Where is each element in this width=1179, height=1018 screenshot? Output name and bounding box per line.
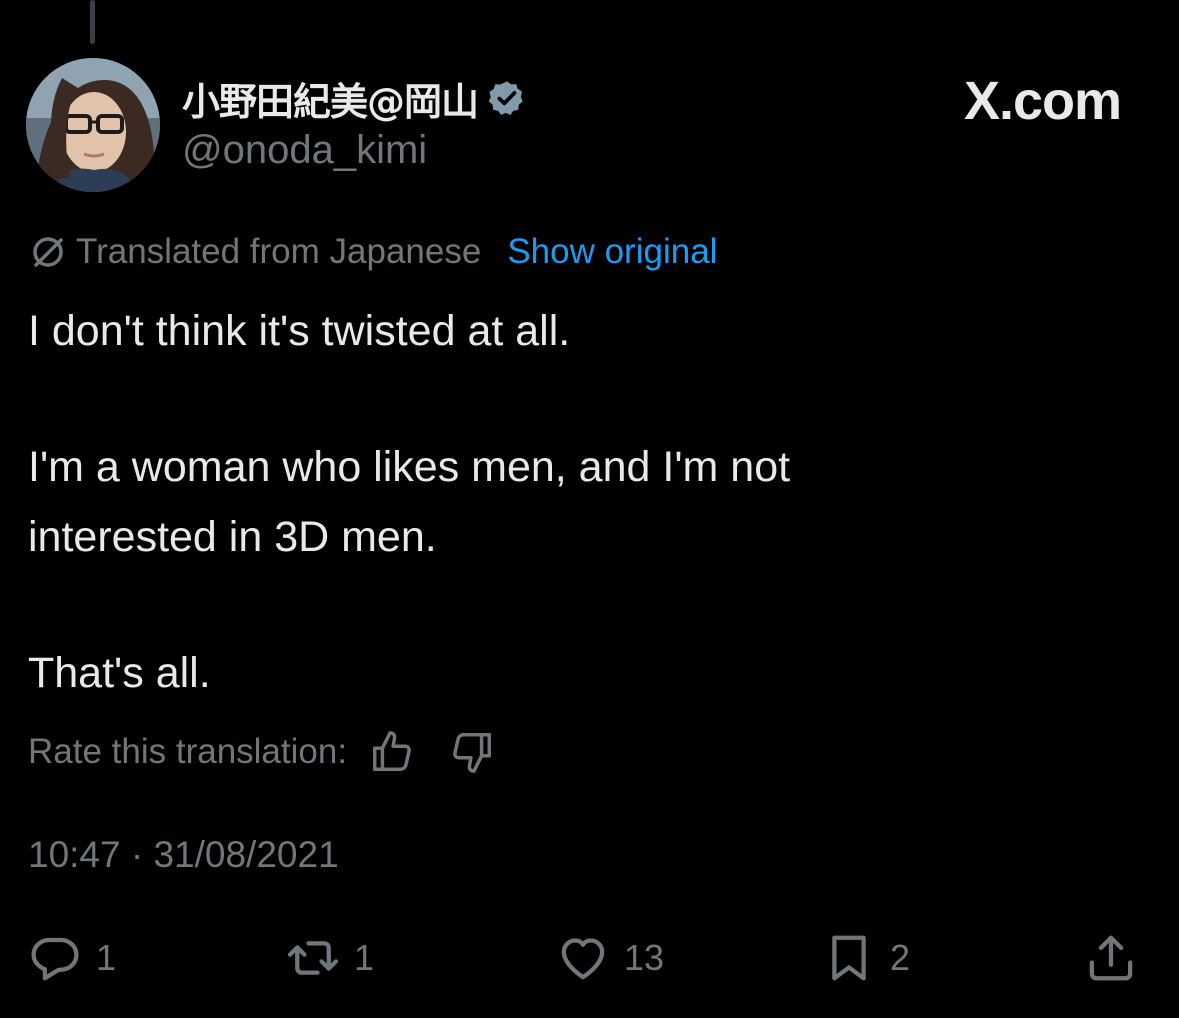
- bookmark-count: 2: [890, 937, 911, 978]
- tweet-paragraph: I'm a woman who likes men, and I'm not i…: [28, 443, 791, 561]
- rate-translation-label: Rate this translation:: [28, 732, 348, 771]
- show-original-link[interactable]: Show original: [507, 232, 717, 272]
- translation-label: Translated from Japanese: [76, 232, 482, 271]
- tweet-timestamp[interactable]: 10:47 · 31/08/2021: [28, 834, 339, 876]
- translation-notice: Translated from Japanese Show original: [28, 230, 717, 274]
- author-handle[interactable]: @onoda_kimi: [182, 128, 427, 173]
- author-name-row[interactable]: 小野田紀美@岡山: [182, 72, 526, 124]
- share-icon: [1089, 935, 1133, 981]
- thumbs-down-icon[interactable]: [449, 729, 495, 775]
- brand-watermark: X.com: [963, 71, 1122, 131]
- like-count: 13: [624, 937, 665, 978]
- rate-translation-row: Rate this translation:: [28, 728, 495, 776]
- tweet-paragraph: I don't think it's twisted at all.: [28, 307, 571, 355]
- reply-button[interactable]: 1: [28, 930, 116, 986]
- reply-icon: [31, 937, 79, 981]
- heart-icon: [561, 938, 605, 980]
- share-button[interactable]: [1084, 930, 1138, 986]
- reply-count: 1: [96, 937, 117, 978]
- like-button[interactable]: 13: [556, 930, 664, 986]
- retweet-button[interactable]: 1: [286, 930, 374, 986]
- thread-connector-line: [90, 0, 95, 44]
- tweet-paragraph: That's all.: [28, 649, 211, 697]
- avatar[interactable]: [26, 58, 160, 192]
- author-display-name[interactable]: 小野田紀美@岡山: [182, 71, 479, 126]
- translate-icon: [33, 237, 63, 267]
- thumbs-up-icon[interactable]: [369, 729, 415, 775]
- retweet-icon: [287, 941, 339, 975]
- tweet-body: I don't think it's twisted at all. I'm a…: [28, 296, 1128, 708]
- retweet-count: 1: [354, 937, 375, 978]
- verified-badge-icon: [488, 81, 523, 115]
- bookmark-button[interactable]: 2: [822, 930, 910, 986]
- bookmark-icon: [832, 935, 866, 981]
